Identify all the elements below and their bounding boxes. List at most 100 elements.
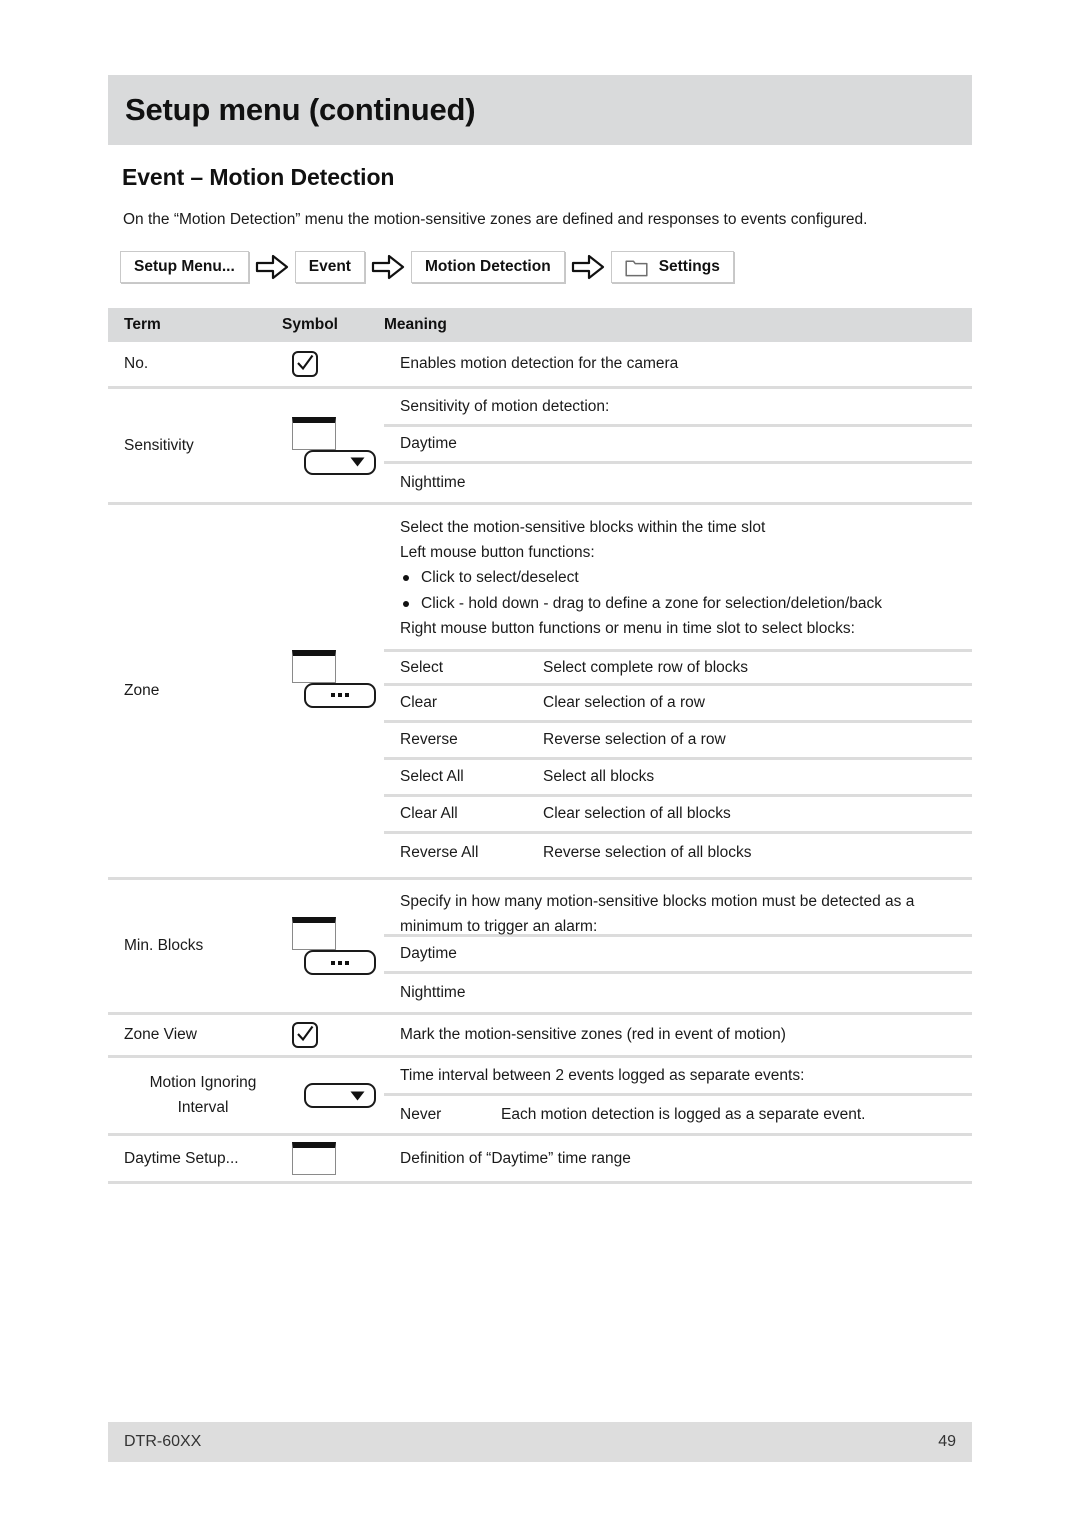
checkbox-checked-icon [292,1022,318,1048]
table-row: Zone Select the motion-sensitive blocks … [108,505,972,880]
option-label: Clear All [400,805,458,823]
arrow-right-icon [365,254,411,280]
table-row: Sensitivity Sensitivity of motion detect… [108,389,972,505]
row-meaning: Mark the motion-sensitive zones (red in … [384,1015,972,1055]
arrow-right-icon [249,254,295,280]
checkbox-checked-icon [292,351,318,377]
row-term: No. [124,355,149,372]
breadcrumb-label: Motion Detection [424,258,551,275]
row-term: Min. Blocks [124,937,204,954]
option-label: Select All [400,768,464,786]
breadcrumb-item-setup-menu[interactable]: Setup Menu... [120,251,249,283]
row-meaning-text: Enables motion detection for the camera [400,355,679,372]
breadcrumb-label: Settings [658,258,720,275]
table-row: Motion Ignoring Interval Time interval b… [108,1058,972,1136]
row-symbol [282,880,384,1012]
row-meaning: Specify in how many motion-sensitive blo… [384,880,972,1012]
page-footer: DTR-60XX 49 [108,1422,972,1462]
option-label: Reverse All [400,843,479,861]
row-symbol [282,1015,384,1055]
row-meaning-text: Nighttime [400,984,466,1001]
option-desc: Reverse selection of all blocks [543,843,752,861]
dot [338,960,342,965]
textbox-icon [292,917,336,950]
ellipsis-button-icon [304,682,376,708]
dot [331,960,335,965]
option-label: Select [400,658,444,676]
dropdown-icon [304,449,376,475]
breadcrumb-item-motion-detection[interactable]: Motion Detection [410,251,565,283]
row-term-line1: Motion Ignoring [149,1074,257,1092]
row-meaning-text: Definition of “Daytime” time range [400,1149,631,1167]
textbox-dropdown-icon [292,416,376,475]
option-desc: Select complete row of blocks [543,658,749,676]
zone-intro-line: Select the motion-sensitive blocks withi… [400,519,766,536]
chapter-title: Setup menu (continued) [125,92,476,127]
row-symbol [282,342,384,386]
option-label: Never [400,1105,442,1123]
row-symbol [282,1058,384,1133]
list-item: Click to select/deselect [400,565,972,591]
row-meaning-text: Daytime [400,435,457,452]
dot [331,693,335,697]
footer-model: DTR-60XX [124,1433,202,1450]
table-header-row: Term Symbol Meaning [108,308,972,342]
table-row: Zone View Mark the motion-sensitive zone… [108,1015,972,1058]
min-blocks-intro: Specify in how many motion-sensitive blo… [384,880,972,937]
dropdown-icon [304,1083,376,1108]
textbox-ellipsis-button-icon [292,649,376,708]
row-meaning: Sensitivity of motion detection: Daytime… [384,389,972,502]
section-heading: Event – Motion Detection [122,164,395,190]
breadcrumb: Setup Menu... Event Motion Detection Set… [120,251,734,283]
option-desc: Reverse selection of a row [543,731,726,749]
breadcrumb-label: Setup Menu... [134,258,235,275]
row-term: Daytime Setup... [124,1149,239,1167]
row-term: Zone View [124,1026,197,1043]
section-intro-text: On the “Motion Detection” menu the motio… [123,211,868,228]
zone-after-bullets: Right mouse button functions or menu in … [400,620,855,638]
table-row: Min. Blocks Specify in how many motion-s… [108,880,972,1015]
option-desc: Select all blocks [543,768,655,786]
row-meaning-text: Daytime [400,945,457,962]
option-label: Reverse [400,731,458,749]
row-meaning-text: Mark the motion-sensitive zones (red in … [400,1026,786,1043]
row-meaning: Enables motion detection for the camera [384,342,972,386]
row-symbol [282,1136,384,1181]
chapter-header-band: Setup menu (continued) [108,75,972,145]
row-term-line2: Interval [177,1098,229,1116]
textbox-ellipsis-button-icon [292,917,376,975]
row-symbol [282,389,384,502]
column-header-meaning: Meaning [384,316,447,333]
arrow-right-icon [565,254,611,280]
textbox-icon [292,1142,336,1175]
row-symbol [282,505,384,877]
zone-intro: Select the motion-sensitive blocks withi… [384,505,972,649]
row-meaning: Definition of “Daytime” time range [384,1136,972,1181]
page-number: 49 [938,1433,956,1450]
reference-table: Term Symbol Meaning No. Enables motion d… [108,308,972,1184]
document-page: Setup menu (continued) Event – Motion De… [108,0,972,1532]
table-row: Daytime Setup... Definition of “Daytime”… [108,1136,972,1184]
row-meaning-text: Sensitivity of motion detection: [400,397,610,415]
option-label: Clear [400,694,438,712]
textbox-icon [292,416,336,450]
row-term: Zone [124,682,160,699]
dot [345,960,349,965]
dot [338,693,342,697]
breadcrumb-item-event[interactable]: Event [294,251,365,283]
column-header-symbol: Symbol [282,316,338,333]
breadcrumb-label: Event [308,258,351,275]
row-meaning-text: Time interval between 2 events logged as… [400,1066,805,1084]
breadcrumb-item-settings[interactable]: Settings [610,251,734,283]
option-desc: Each motion detection is logged as a sep… [501,1105,866,1123]
row-meaning: Select the motion-sensitive blocks withi… [384,505,972,877]
column-header-term: Term [124,316,161,333]
row-meaning: Time interval between 2 events logged as… [384,1058,972,1133]
textbox-icon [292,649,336,683]
table-row: No. Enables motion detection for the cam… [108,342,972,389]
list-item: Click - hold down - drag to define a zon… [400,591,972,617]
row-term: Motion Ignoring Interval [108,1058,282,1133]
option-desc: Clear selection of a row [543,694,705,712]
row-term: Sensitivity [124,436,194,454]
folder-icon [625,258,648,277]
